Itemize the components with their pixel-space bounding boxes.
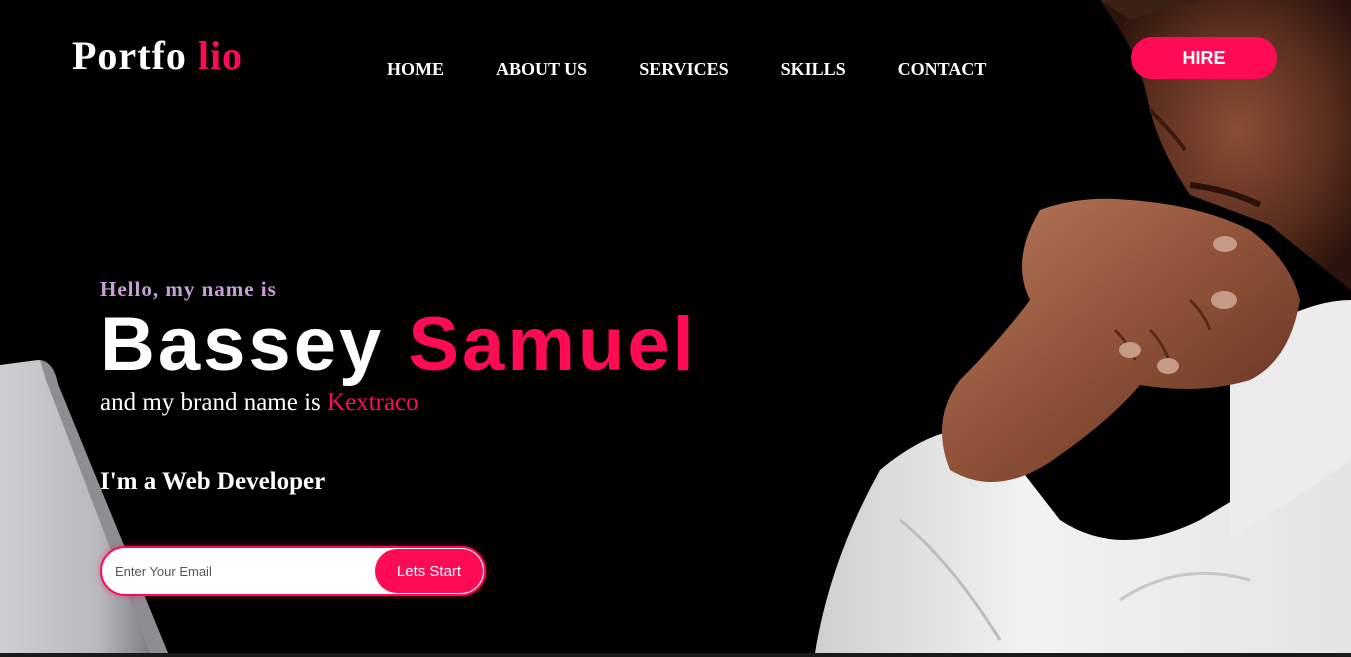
landing-page: Portfo lio HOME ABOUT US SERVICES SKILLS…: [0, 0, 1351, 657]
email-input[interactable]: [115, 548, 370, 594]
hero-last-name: Samuel: [408, 302, 697, 387]
logo-accent-text: lio: [197, 33, 244, 78]
hero-role: I'm a Web Developer: [100, 468, 326, 495]
site-logo[interactable]: Portfo lio: [72, 32, 243, 80]
hire-button[interactable]: HIRE: [1131, 37, 1277, 79]
email-signup-form: Lets Start: [100, 546, 486, 596]
hero-brand-line: and my brand name is Kextraco: [100, 388, 419, 418]
nav-contact-link[interactable]: CONTACT: [898, 58, 987, 80]
nav-skills-link[interactable]: SKILLS: [781, 58, 846, 80]
hero-first-name: Bassey: [100, 302, 385, 387]
hero-greeting: Hello, my name is: [100, 277, 277, 301]
lets-start-button[interactable]: Lets Start: [375, 549, 483, 593]
hero-name: Bassey Samuel: [100, 300, 697, 390]
brand-prefix-text: and my brand name is: [100, 389, 321, 416]
logo-main-text: Portfo: [72, 33, 187, 78]
main-nav: HOME ABOUT US SERVICES SKILLS CONTACT: [387, 58, 986, 80]
nav-about-link[interactable]: ABOUT US: [496, 58, 587, 80]
brand-name-text: Kextraco: [327, 389, 419, 416]
nav-home-link[interactable]: HOME: [387, 58, 444, 80]
bottom-divider: [0, 653, 1351, 657]
nav-services-link[interactable]: SERVICES: [639, 58, 728, 80]
